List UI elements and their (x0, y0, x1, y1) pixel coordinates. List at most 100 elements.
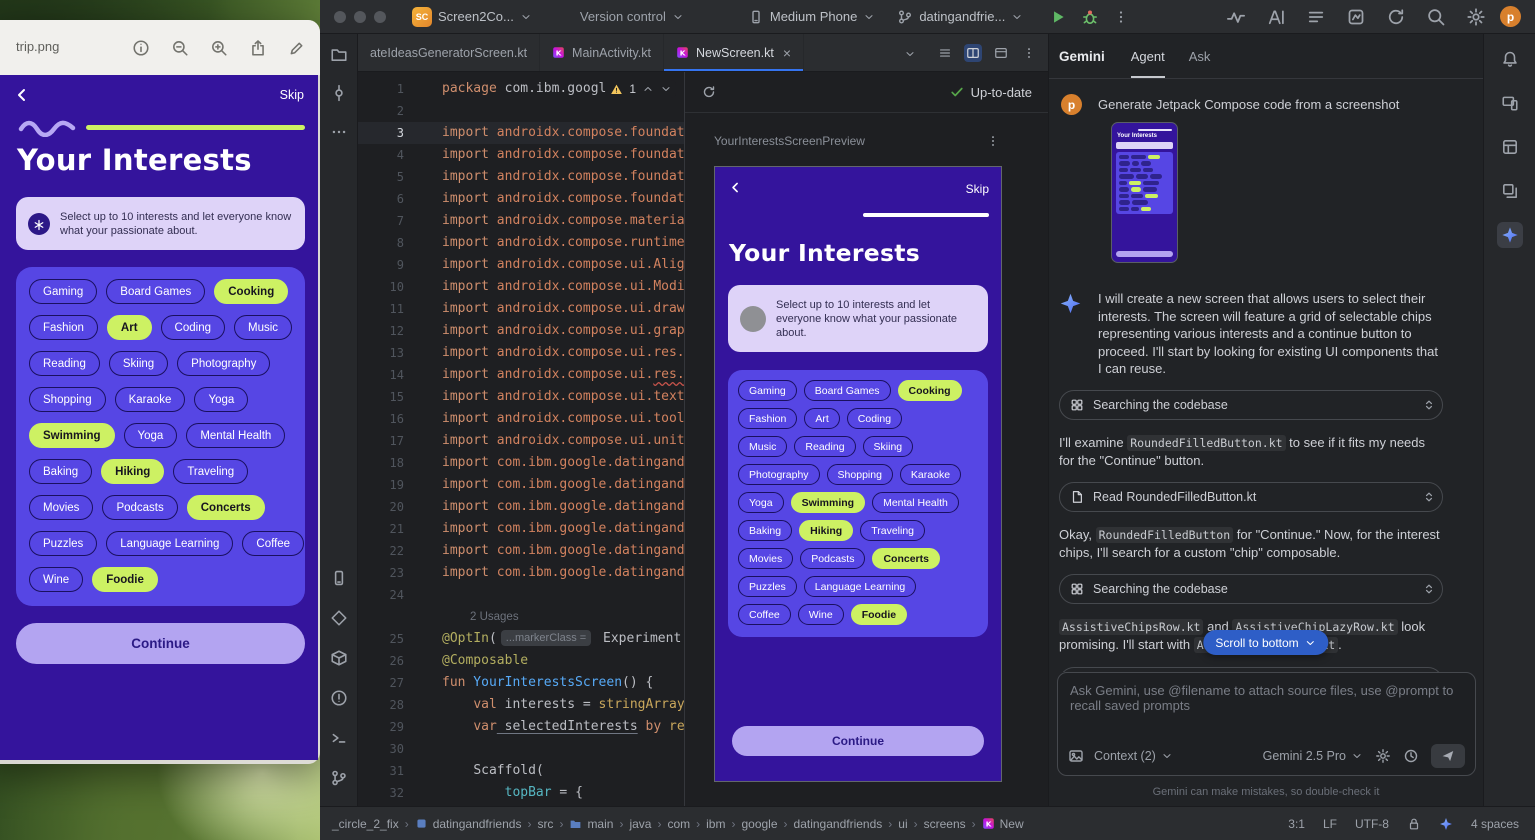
status-4-spaces[interactable]: 4 spaces (1471, 817, 1519, 831)
interest-chip-swimming[interactable]: Swimming (791, 492, 866, 513)
interest-chip-karaoke[interactable]: Karaoke (900, 464, 961, 485)
editor-tab-ateideasgeneratorscreen-kt[interactable]: ateIdeasGeneratorScreen.kt (358, 34, 540, 71)
interest-chip-hiking[interactable]: Hiking (101, 459, 164, 484)
search-icon[interactable] (1426, 7, 1446, 27)
layout-inspector-icon[interactable] (1497, 134, 1523, 160)
edit-icon[interactable] (288, 39, 306, 57)
code-line[interactable]: 7import androidx.compose.materia (358, 210, 684, 232)
editor-tab-newscreen-kt[interactable]: KNewScreen.kt× (664, 34, 804, 71)
minimize-window-icon[interactable] (354, 11, 366, 23)
close-window-icon[interactable] (334, 11, 346, 23)
settings-icon[interactable] (1466, 7, 1486, 27)
ask-gemini-icon[interactable] (1266, 7, 1286, 27)
profiler-icon[interactable] (1226, 7, 1246, 27)
code-line[interactable]: 25@OptIn(...markerClass = Experiment (358, 628, 684, 650)
interest-chip-coding[interactable]: Coding (161, 315, 225, 340)
interest-chip-shopping[interactable]: Shopping (29, 387, 106, 412)
code-line[interactable]: 22import com.ibm.google.datingand (358, 540, 684, 562)
code-line[interactable]: 2 (358, 100, 684, 122)
code-line[interactable]: 12import androidx.compose.ui.grap (358, 320, 684, 342)
running-devices-icon[interactable] (329, 568, 349, 588)
breadcrumb-main[interactable]: main (569, 817, 613, 831)
breadcrumb-datingandfriends[interactable]: datingandfriends (415, 817, 522, 831)
interest-chip-board-games[interactable]: Board Games (804, 380, 891, 401)
interest-chip-concerts[interactable]: Concerts (187, 495, 265, 520)
project-widget[interactable]: SC Screen2Co... (412, 7, 532, 27)
expand-stepper-icon[interactable] (1422, 582, 1436, 596)
interest-chip-cooking[interactable]: Cooking (214, 279, 288, 304)
interest-chip-puzzles[interactable]: Puzzles (29, 531, 97, 556)
code-line[interactable]: 32 topBar = { (358, 782, 684, 804)
breadcrumb-ui[interactable]: ui (898, 817, 907, 831)
build-icon[interactable] (329, 648, 349, 668)
code-line[interactable]: 30 (358, 738, 684, 760)
device-mirror-icon[interactable] (1497, 90, 1523, 116)
interest-chip-podcasts[interactable]: Podcasts (800, 548, 865, 569)
vcs-widget[interactable]: Version control (580, 9, 684, 24)
ai-spark-icon[interactable] (1439, 817, 1453, 831)
code-line[interactable]: 14import androidx.compose.ui.res._ (358, 364, 684, 386)
code-line[interactable]: 28 val interests = stringArray (358, 694, 684, 716)
problems-icon[interactable] (329, 688, 349, 708)
code-line[interactable]: 23import com.ibm.google.datingand (358, 562, 684, 584)
usages-inlay-hint[interactable]: 2 Usages (470, 611, 519, 623)
interest-chip-foodie[interactable]: Foodie (92, 567, 158, 592)
close-tab-icon[interactable]: × (783, 46, 791, 60)
interest-chip-yoga[interactable]: Yoga (124, 423, 178, 448)
interest-chip-coding[interactable]: Coding (847, 408, 902, 429)
interest-chip-karaoke[interactable]: Karaoke (115, 387, 186, 412)
attached-screenshot-thumbnail[interactable]: Your Interests (1111, 122, 1178, 263)
maximize-window-icon[interactable] (374, 11, 386, 23)
interest-chip-yoga[interactable]: Yoga (194, 387, 248, 412)
history-icon[interactable] (1403, 748, 1419, 764)
breadcrumb-java[interactable]: java (629, 817, 651, 831)
interest-chip-coffee[interactable]: Coffee (738, 604, 791, 625)
code-line[interactable]: 29 var selectedInterests by re (358, 716, 684, 738)
expand-stepper-icon[interactable] (1422, 398, 1436, 412)
interest-chip-cooking[interactable]: Cooking (898, 380, 962, 401)
code-line[interactable]: 3import androidx.compose.foundat (358, 122, 684, 144)
code-line[interactable]: 15import androidx.compose.ui.text (358, 386, 684, 408)
tool-call-read-roundedfilledbutton-kt[interactable]: Read RoundedFilledButton.kt (1059, 482, 1443, 512)
gradle-sync-icon[interactable] (1386, 7, 1406, 27)
interest-chip-podcasts[interactable]: Podcasts (102, 495, 177, 520)
breadcrumb-datingandfriends[interactable]: datingandfriends (794, 817, 883, 831)
prev-problem-icon[interactable] (642, 83, 654, 95)
tab-ask[interactable]: Ask (1189, 34, 1211, 78)
user-avatar[interactable]: p (1500, 6, 1521, 27)
interest-chip-gaming[interactable]: Gaming (29, 279, 97, 304)
code-line[interactable]: 17import androidx.compose.ui.unit (358, 430, 684, 452)
interest-chip-baking[interactable]: Baking (738, 520, 792, 541)
breadcrumb-google[interactable]: google (741, 817, 777, 831)
code-line[interactable]: 18import com.ibm.google.datingand (358, 452, 684, 474)
attach-image-icon[interactable] (1068, 748, 1084, 764)
zoom-in-icon[interactable] (210, 39, 228, 57)
debug-button[interactable] (1081, 8, 1099, 26)
send-button[interactable] (1431, 744, 1465, 768)
breadcrumb-ibm[interactable]: ibm (706, 817, 725, 831)
breadcrumb--circle-2-fix[interactable]: _circle_2_fix (332, 817, 399, 831)
code-line[interactable]: 24 (358, 584, 684, 606)
model-selector[interactable]: Gemini 2.5 Pro (1263, 749, 1363, 763)
interest-chip-art[interactable]: Art (804, 408, 839, 429)
terminal-icon[interactable] (329, 728, 349, 748)
code-line[interactable]: 31 Scaffold( (358, 760, 684, 782)
code-line[interactable]: 21import com.ibm.google.datingand (358, 518, 684, 540)
lock-icon[interactable] (1407, 817, 1421, 831)
interest-chip-traveling[interactable]: Traveling (860, 520, 925, 541)
interest-chip-coffee[interactable]: Coffee (242, 531, 304, 556)
code-line[interactable]: 19import com.ibm.google.datingand (358, 474, 684, 496)
interest-chip-language-learning[interactable]: Language Learning (804, 576, 917, 597)
interest-chip-hiking[interactable]: Hiking (799, 520, 853, 541)
tool-call-searching-the-codebase[interactable]: Searching the codebase (1059, 390, 1443, 420)
zoom-out-icon[interactable] (171, 39, 189, 57)
interest-chip-reading[interactable]: Reading (29, 351, 100, 376)
share-icon[interactable] (249, 39, 267, 57)
code-line[interactable]: 10import androidx.compose.ui.Modi (358, 276, 684, 298)
split-view-icon[interactable] (964, 44, 982, 62)
breadcrumb-screens[interactable]: screens (924, 817, 966, 831)
interest-chip-mental-health[interactable]: Mental Health (872, 492, 959, 513)
code-line[interactable]: 13import androidx.compose.ui.res. (358, 342, 684, 364)
interest-chip-board-games[interactable]: Board Games (106, 279, 205, 304)
run-button[interactable] (1049, 8, 1067, 26)
